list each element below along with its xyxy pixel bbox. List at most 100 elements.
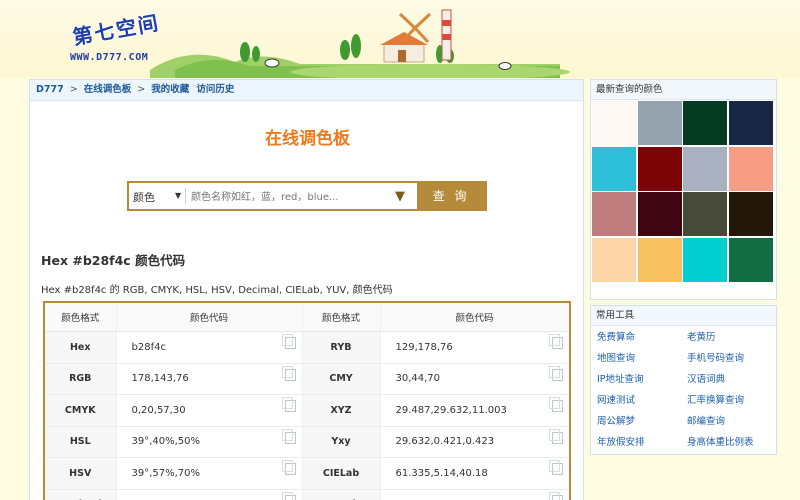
copy-icon[interactable] [281, 365, 296, 381]
search-button[interactable]: 查 询 [417, 183, 485, 209]
recent-colors-title: 最新查询的颜色 [591, 80, 776, 100]
color-code-heading: Hex #b28f4c 颜色代码 [41, 253, 186, 268]
color-code-cell: 178,143,76 [116, 363, 303, 395]
copy-icon[interactable] [548, 365, 563, 381]
breadcrumb-palette-link[interactable]: 在线调色板 [84, 84, 132, 95]
color-code-cell-text: 129,178,76 [395, 341, 453, 353]
color-swatch[interactable] [637, 146, 682, 191]
color-swatch[interactable] [683, 101, 727, 145]
tool-link[interactable]: 汉语词典 [687, 371, 725, 385]
color-swatch[interactable] [637, 237, 682, 282]
column-header: 颜色格式 [45, 303, 117, 332]
dropdown-triangle-icon[interactable]: ▼ [395, 189, 405, 204]
table-row: HSV 39°,57%,70% CIELab 61.335,5.14,40.18 [45, 457, 569, 490]
format-name-cell: Hex [45, 331, 117, 364]
color-swatch[interactable] [592, 192, 636, 236]
format-name-cell-text: Yxy [331, 436, 351, 448]
color-swatch[interactable] [728, 237, 773, 282]
color-code-cell: 30,44,70 [380, 363, 569, 395]
color-code-cell-text: b28f4c [131, 341, 166, 353]
format-name-cell: CMY [302, 363, 381, 395]
site-logo[interactable]: 第七空间 WWW.D777.COM [62, 8, 172, 68]
format-name-cell-text: RYB [330, 341, 352, 353]
breadcrumb-separator: > [69, 84, 78, 95]
copy-icon[interactable] [548, 428, 563, 444]
table-row: Decimal11702092CIELCh61.335,40.508,82.71 [45, 489, 569, 500]
color-code-cell: 11702092 [116, 489, 303, 500]
chevron-down-icon[interactable]: ▼ [175, 191, 181, 200]
breadcrumb-home-link[interactable]: D777 [36, 84, 64, 95]
format-name-cell-text: CMYK [64, 404, 96, 416]
logo-title: 第七空间 [70, 10, 162, 50]
color-swatch[interactable] [728, 101, 773, 145]
page-title: 在线调色板 [265, 129, 350, 149]
column-header: 颜色代码 [380, 303, 569, 332]
table-header-row: 颜色格式 颜色代码 颜色格式 颜色代码 [45, 303, 569, 332]
color-code-cell-text: 29.632,0.421,0.423 [395, 436, 495, 448]
table-row: RGB 178,143,76 CMY 30,44,70 [45, 363, 569, 395]
history-link[interactable]: 访问历史 [196, 84, 234, 95]
table-row: HSL 39°,40%,50% Yxy 29.632,0.421,0.423 [45, 426, 569, 458]
format-name-cell: XYZ [302, 394, 381, 427]
format-name-cell-text: RGB [69, 373, 92, 385]
tool-link[interactable]: 免费算命 [597, 329, 635, 343]
copy-icon[interactable] [548, 334, 563, 349]
color-code-cell-text: 30,44,70 [395, 373, 441, 385]
table-row: Hex b28f4c RYB 129,178,76 [45, 331, 569, 364]
copy-icon[interactable] [281, 334, 296, 349]
color-swatch[interactable] [683, 192, 727, 236]
color-swatch[interactable] [592, 237, 636, 282]
search-divider [185, 188, 186, 204]
tool-link[interactable]: 汇率换算查询 [687, 392, 744, 406]
format-name-cell: CMYK [45, 394, 117, 427]
format-name-cell: RGB [45, 363, 117, 395]
tool-link[interactable]: 邮编查询 [687, 413, 725, 427]
tool-link[interactable]: 手机号码查询 [687, 350, 744, 364]
favorites-link[interactable]: 我的收藏 [151, 84, 189, 95]
copy-icon[interactable] [281, 428, 296, 444]
format-name-cell-text: CMY [329, 373, 353, 385]
copy-icon[interactable] [281, 491, 296, 500]
tool-link[interactable]: 老黄历 [687, 329, 716, 343]
tool-link[interactable]: 身高体重比例表 [687, 434, 754, 448]
tool-link[interactable]: 年放假安排 [597, 434, 645, 448]
color-code-cell-text: 39°,57%,70% [131, 467, 201, 479]
color-swatch[interactable] [728, 146, 773, 191]
format-name-cell-text: XYZ [330, 404, 352, 416]
color-search-input[interactable] [189, 186, 393, 208]
tool-link[interactable]: 周公解梦 [597, 413, 635, 427]
tool-link[interactable]: IP地址查询 [597, 371, 644, 385]
color-swatch[interactable] [592, 101, 636, 145]
color-swatch[interactable] [592, 146, 636, 191]
copy-icon[interactable] [548, 397, 563, 412]
copy-icon[interactable] [548, 491, 563, 500]
color-swatch[interactable] [683, 146, 727, 191]
copy-icon[interactable] [281, 397, 296, 412]
format-name-cell: Decimal [45, 489, 117, 500]
copy-icon[interactable] [281, 460, 296, 475]
column-header: 颜色代码 [116, 303, 303, 332]
color-code-cell-text: 29.487,29.632,11.003 [395, 404, 507, 416]
site-header: 第七空间 WWW.D777.COM [0, 0, 800, 78]
color-code-cell: 61.335,40.508,82.71 [380, 489, 569, 500]
color-swatch[interactable] [683, 237, 727, 282]
search-type-select[interactable]: 颜色 [133, 189, 155, 205]
copy-icon[interactable] [548, 460, 563, 475]
format-name-cell: CIELCh [302, 489, 381, 500]
color-swatch[interactable] [728, 192, 773, 236]
tool-link[interactable]: 网速测试 [597, 392, 635, 406]
tool-link[interactable]: 地图查询 [597, 350, 635, 364]
format-name-cell: HSL [45, 426, 117, 458]
color-code-cell: 61.335,5.14,40.18 [380, 457, 569, 490]
color-swatch[interactable] [637, 101, 682, 145]
column-header: 颜色格式 [302, 303, 381, 332]
color-code-cell-text: 0,20,57,30 [131, 404, 186, 416]
main-panel: D777 > 在线调色板 > 我的收藏 访问历史 在线调色板 颜色 ▼ ▼ 查 … [29, 79, 584, 500]
color-swatch[interactable] [637, 192, 682, 236]
color-code-subtitle: Hex #b28f4c 的 RGB, CMYK, HSL, HSV, Decim… [41, 285, 393, 296]
color-code-cell: 29.487,29.632,11.003 [380, 394, 569, 427]
format-name-cell: HSV [45, 457, 117, 490]
format-name-cell-text: CIELab [322, 467, 360, 479]
tools-title: 常用工具 [591, 306, 776, 326]
color-code-cell: 129,178,76 [380, 331, 569, 364]
